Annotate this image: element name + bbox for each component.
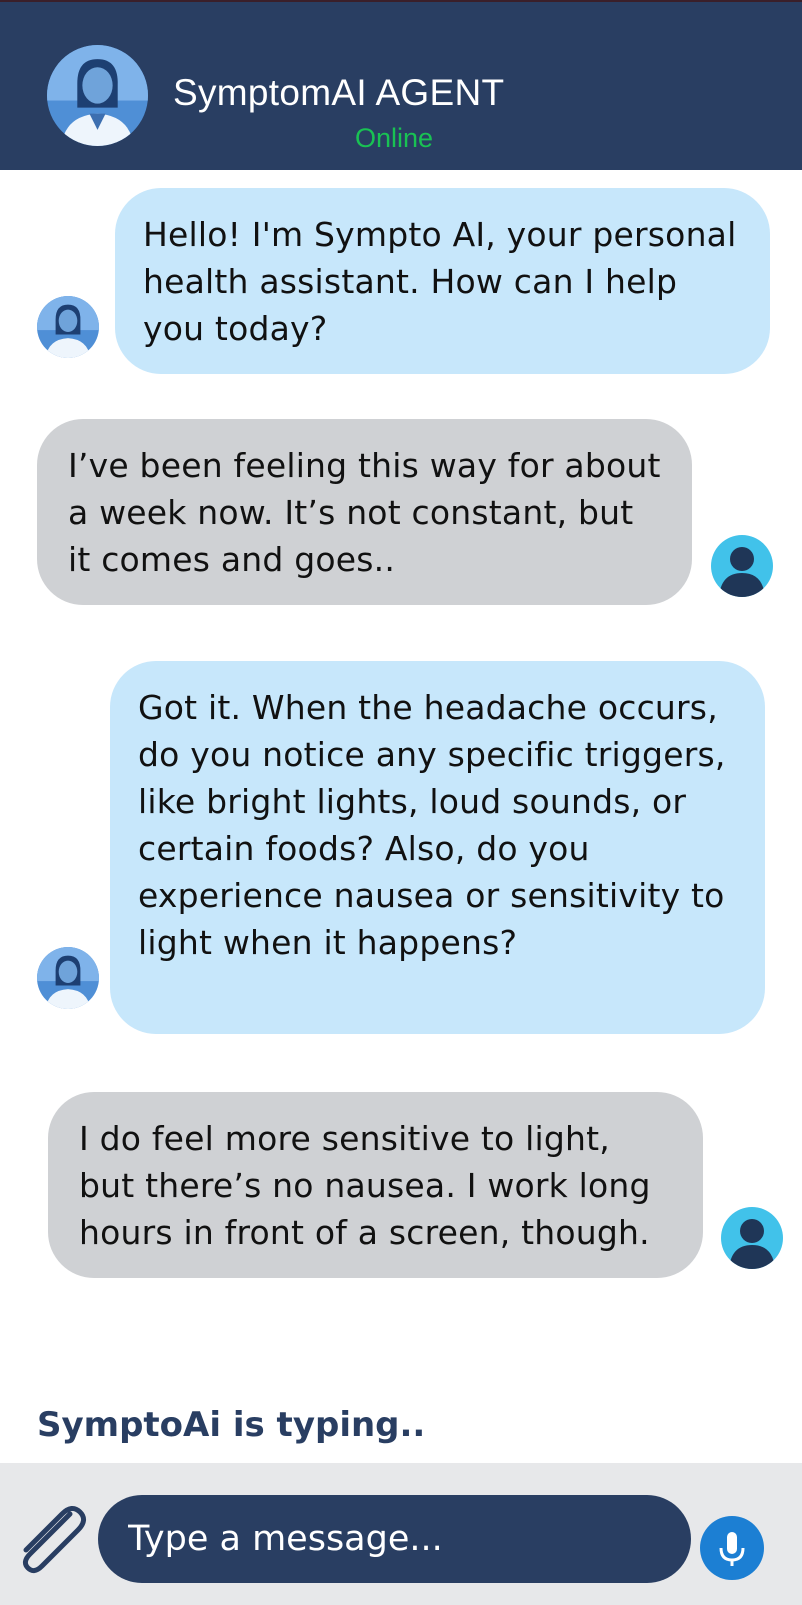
bot-message: Hello! I'm Sympto AI, your personal heal… [115, 188, 770, 374]
paperclip-icon[interactable] [8, 1500, 88, 1575]
message-text: Got it. When the headache occurs, do you… [138, 688, 726, 962]
bot-message: Got it. When the headache occurs, do you… [110, 661, 765, 1034]
online-status: Online [355, 123, 434, 153]
user-message: I’ve been feeling this way for about a w… [37, 419, 692, 605]
message-text: I’ve been feeling this way for about a w… [68, 446, 661, 579]
message-text: I do feel more sensitive to light, but t… [79, 1119, 651, 1252]
chat-header: SymptomAI AGENT Online [0, 0, 802, 170]
typing-indicator: SymptoAi is typing.. [37, 1405, 426, 1445]
message-input[interactable] [98, 1495, 691, 1583]
agent-avatar-small [37, 947, 99, 1009]
microphone-icon [719, 1532, 745, 1566]
microphone-button[interactable] [700, 1516, 764, 1580]
user-avatar [721, 1207, 783, 1269]
message-text: Hello! I'm Sympto AI, your personal heal… [143, 215, 737, 348]
header-title: SymptomAI AGENT [173, 72, 505, 113]
agent-avatar[interactable] [47, 45, 148, 146]
user-message: I do feel more sensitive to light, but t… [48, 1092, 703, 1278]
agent-avatar-small [37, 296, 99, 358]
user-avatar [711, 535, 773, 597]
